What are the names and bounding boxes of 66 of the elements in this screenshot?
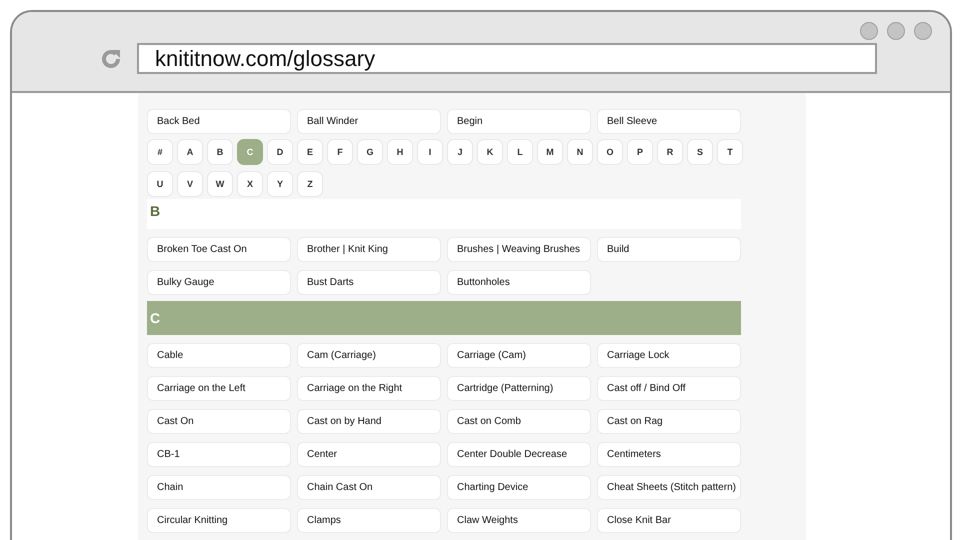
glossary-term-link[interactable]: Charting Device (447, 475, 591, 500)
letter-filter-button[interactable]: K (477, 139, 503, 165)
glossary-term-link[interactable]: Buttonholes (447, 270, 591, 295)
letter-filter-button[interactable]: S (687, 139, 713, 165)
glossary-term-link[interactable]: CB-1 (147, 442, 291, 467)
letter-filter-button[interactable]: X (237, 171, 263, 197)
glossary-term-link[interactable]: Claw Weights (447, 508, 591, 533)
glossary-term-link[interactable]: Build (597, 237, 741, 262)
window-control-icon[interactable] (914, 22, 932, 40)
letter-filter-button[interactable]: L (507, 139, 533, 165)
glossary-term-link[interactable]: Cam (Carriage) (297, 343, 441, 368)
glossary-term-link[interactable]: Carriage (Cam) (447, 343, 591, 368)
glossary-term-link[interactable]: Carriage Lock (597, 343, 741, 368)
letter-filter-button[interactable]: A (177, 139, 203, 165)
glossary-term-link[interactable]: Clamps (297, 508, 441, 533)
glossary-term-link[interactable]: Circular Knitting (147, 508, 291, 533)
address-field[interactable]: knititnow.com/glossary (137, 43, 877, 74)
glossary-term-link[interactable]: Cast on Rag (597, 409, 741, 434)
glossary-term-link[interactable]: Cast On (147, 409, 291, 434)
glossary-term-link[interactable]: Close Knit Bar (597, 508, 741, 533)
glossary-term-link[interactable]: Broken Toe Cast On (147, 237, 291, 262)
letter-filter-button[interactable]: Z (297, 171, 323, 197)
glossary-term-link[interactable]: Carriage on the Right (297, 376, 441, 401)
glossary-term-link[interactable]: Carriage on the Left (147, 376, 291, 401)
letter-filter-button[interactable]: B (207, 139, 233, 165)
letter-filter-button[interactable]: M (537, 139, 563, 165)
letter-filter-button[interactable]: G (357, 139, 383, 165)
glossary-term-link[interactable]: Begin (447, 109, 591, 134)
letter-filter-button[interactable]: E (297, 139, 323, 165)
glossary-term-link[interactable]: Chain (147, 475, 291, 500)
glossary-term-link[interactable]: Center (297, 442, 441, 467)
glossary-term-link[interactable]: Cast on by Hand (297, 409, 441, 434)
glossary-term-link[interactable]: Cast off / Bind Off (597, 376, 741, 401)
letter-filter-button[interactable]: Y (267, 171, 293, 197)
glossary-term-link[interactable]: Brother | Knit King (297, 237, 441, 262)
window-control-icon[interactable] (887, 22, 905, 40)
glossary-term-link[interactable]: Ball Winder (297, 109, 441, 134)
glossary-term-link[interactable]: Cheat Sheets (Stitch pattern) (597, 475, 741, 500)
letter-filter-button[interactable]: # (147, 139, 173, 165)
glossary-term-link[interactable]: Cast on Comb (447, 409, 591, 434)
letter-filter-button[interactable]: D (267, 139, 293, 165)
glossary-term-link[interactable]: Bust Darts (297, 270, 441, 295)
letter-filter-button[interactable]: U (147, 171, 173, 197)
letter-filter-button[interactable]: T (717, 139, 743, 165)
letter-filter-button[interactable]: F (327, 139, 353, 165)
section-letter-heading: B (147, 199, 741, 229)
glossary-term-link[interactable]: Bell Sleeve (597, 109, 741, 134)
letter-filter-button[interactable]: I (417, 139, 443, 165)
glossary-term-link[interactable]: Back Bed (147, 109, 291, 134)
letter-filter-button[interactable]: J (447, 139, 473, 165)
letter-filter-button[interactable]: W (207, 171, 233, 197)
window-control-icon[interactable] (860, 22, 878, 40)
glossary-term-link[interactable]: Cable (147, 343, 291, 368)
letter-filter-button[interactable]: R (657, 139, 683, 165)
glossary-term-link[interactable]: Bulky Gauge (147, 270, 291, 295)
glossary-term-link[interactable]: Centimeters (597, 442, 741, 467)
letter-filter-button[interactable]: N (567, 139, 593, 165)
section-letter-heading: C (147, 301, 741, 335)
letter-filter-button[interactable]: P (627, 139, 653, 165)
letter-filter-button[interactable]: H (387, 139, 413, 165)
glossary-term-link[interactable]: Brushes | Weaving Brushes (447, 237, 591, 262)
glossary-term-link[interactable]: Center Double Decrease (447, 442, 591, 467)
glossary-term-link[interactable]: Chain Cast On (297, 475, 441, 500)
glossary-term-link[interactable]: Cartridge (Patterning) (447, 376, 591, 401)
letter-filter-button[interactable]: V (177, 171, 203, 197)
letter-filter-button[interactable]: O (597, 139, 623, 165)
